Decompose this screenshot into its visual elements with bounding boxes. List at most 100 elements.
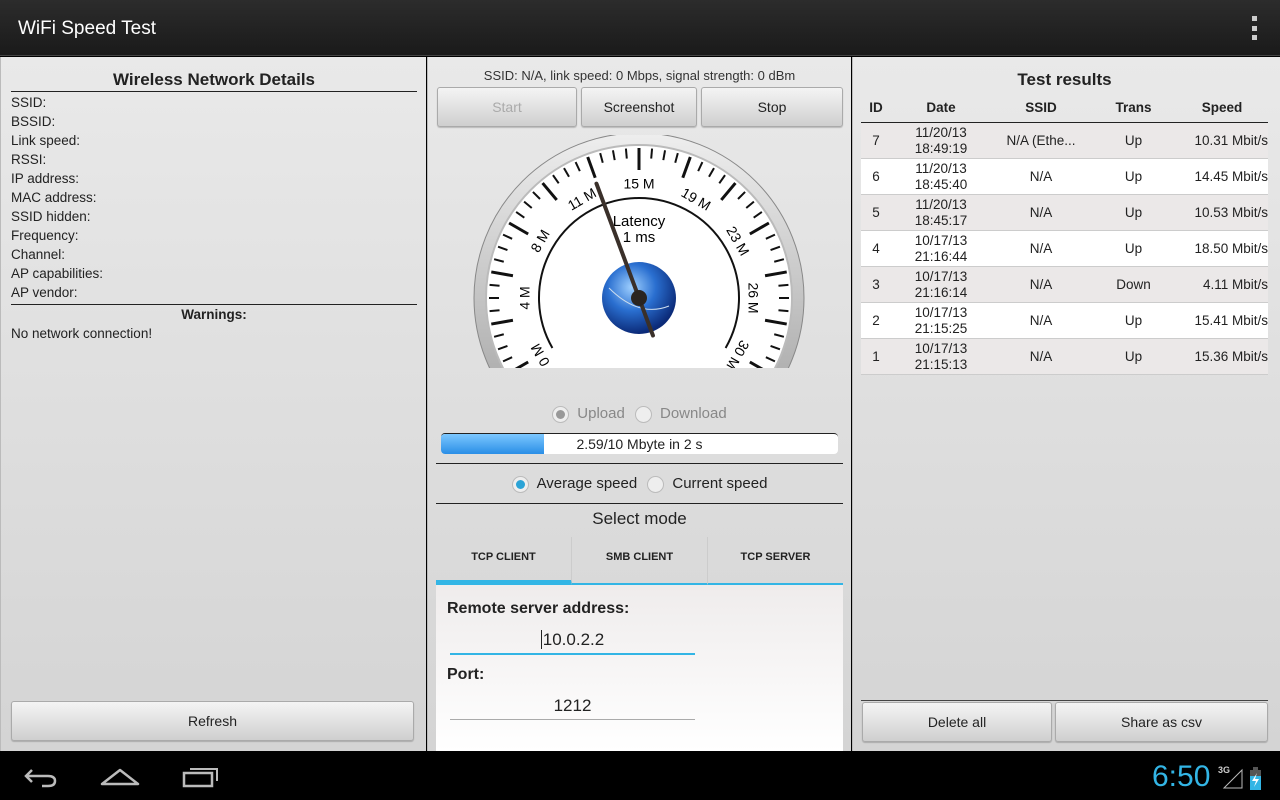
refresh-button[interactable]: Refresh <box>11 701 414 741</box>
table-row[interactable]: 7 11/20/13 18:49:19 N/A (Ethe... Up 10.31 Mbi… <box>861 123 1268 159</box>
cell-speed: 10.31 Mbit/s <box>1194 133 1268 148</box>
time: 21:16:44 <box>914 248 968 264</box>
tab-smb-client[interactable]: SMB CLIENT <box>572 537 708 585</box>
test-results-panel: Test results ID Date SSID Trans Speed 7 11/20/… <box>852 57 1280 751</box>
tab-tcp-server[interactable]: TCP SERVER <box>708 537 843 585</box>
column-header: ID <box>869 100 883 115</box>
warnings-title: Warnings: <box>11 304 417 324</box>
speed-mode-radio-group: Average speed Current speed <box>428 475 851 493</box>
table-row[interactable]: 3 10/17/13 21:16:14 N/A Down 4.11 Mbit/s <box>861 267 1268 303</box>
home-icon[interactable] <box>100 764 140 788</box>
network-details-title: Wireless Network Details <box>11 70 417 92</box>
current-speed-radio[interactable] <box>647 475 665 493</box>
cell-ssid: N/A <box>1029 169 1053 184</box>
detail-field: RSSI: <box>11 152 47 167</box>
remote-address-label: Remote server address: <box>447 600 630 617</box>
warning-text: No network connection! <box>11 326 153 341</box>
column-header: SSID <box>1025 100 1057 115</box>
table-row[interactable]: 1 10/17/13 21:15:13 N/A Up 15.36 Mbit/s <box>861 339 1268 375</box>
gauge-tick <box>489 283 500 287</box>
latency-label: Latency <box>613 213 666 230</box>
cell-date: 11/20/13 18:45:17 <box>891 197 991 229</box>
clock: 6:50 <box>1152 760 1211 793</box>
gauge-tick <box>778 309 789 313</box>
progress-bar: 2.59/10 Mbyte in 2 s <box>441 433 838 454</box>
speedometer-gauge: 0 M4 M8 M11 M15 M19 M23 M26 M30 MLatency… <box>473 135 805 368</box>
cell-date: 10/17/13 21:15:25 <box>891 305 991 337</box>
cell-trans: Up <box>1124 205 1143 220</box>
stop-button[interactable]: Stop <box>701 87 843 127</box>
network-details-panel: Wireless Network Details SSID: BSSID: Link… <box>0 57 426 751</box>
date: 10/17/13 <box>914 340 968 356</box>
share-csv-button[interactable]: Share as csv <box>1055 702 1268 742</box>
port-input[interactable]: 1212 <box>450 696 695 720</box>
time: 18:45:17 <box>914 212 968 228</box>
cell-trans: Up <box>1124 133 1143 148</box>
detail-field: Channel: <box>11 247 66 262</box>
current-speed-label: Current speed <box>672 475 768 492</box>
cell-trans: Up <box>1124 349 1143 364</box>
cell-id: 5 <box>872 205 880 220</box>
gauge-label: 4 M <box>517 286 533 309</box>
gauge-tick <box>778 283 789 287</box>
gauge-tick <box>489 309 500 313</box>
cell-id: 4 <box>872 241 880 256</box>
gauge-tick <box>650 148 654 159</box>
table-row[interactable]: 6 11/20/13 18:45:40 N/A Up 14.45 Mbit/s <box>861 159 1268 195</box>
cell-date: 10/17/13 21:16:14 <box>891 269 991 301</box>
cell-date: 11/20/13 18:49:19 <box>891 125 991 157</box>
column-header: Speed <box>1201 100 1243 115</box>
latency-value: 1 ms <box>623 229 656 246</box>
overflow-menu-icon[interactable] <box>1250 16 1258 40</box>
cell-speed: 4.11 Mbit/s <box>1202 277 1268 292</box>
select-mode-title: Select mode <box>592 509 687 528</box>
progress-text: 2.59/10 Mbyte in 2 s <box>576 436 703 452</box>
speed-test-panel: SSID: N/A, link speed: 0 Mbps, signal st… <box>427 57 851 751</box>
detail-field: SSID hidden: <box>11 209 91 224</box>
remote-address-input[interactable]: 10.0.2.2 <box>450 630 695 655</box>
details-list: SSID: BSSID: Link speed: RSSI: IP address: MA… <box>11 93 417 343</box>
cell-ssid: N/A <box>1029 277 1053 292</box>
table-header: ID Date SSID Trans Speed <box>861 93 1268 123</box>
direction-radio-group: Upload Download <box>428 405 851 423</box>
detail-field: Frequency: <box>11 228 79 243</box>
upload-radio[interactable] <box>552 405 570 423</box>
results-table: ID Date SSID Trans Speed 7 11/20/13 18:49:19 N/A… <box>861 93 1268 375</box>
table-row[interactable]: 5 11/20/13 18:45:17 N/A Up 10.53 Mbit/s <box>861 195 1268 231</box>
date: 10/17/13 <box>914 268 968 284</box>
time: 18:45:40 <box>914 176 968 192</box>
app-title: WiFi Speed Test <box>18 18 156 39</box>
cell-ssid: N/A <box>1029 349 1053 364</box>
action-bar: WiFi Speed Test <box>0 0 1280 56</box>
back-icon[interactable] <box>22 764 58 788</box>
table-row[interactable]: 4 10/17/13 21:16:44 N/A Up 18.50 Mbit/s <box>861 231 1268 267</box>
detail-field: IP address: <box>11 171 80 186</box>
cell-date: 10/17/13 21:16:44 <box>891 233 991 265</box>
delete-all-button[interactable]: Delete all <box>862 702 1052 742</box>
cell-date: 10/17/13 21:15:13 <box>891 341 991 373</box>
mode-tabs: TCP CLIENT SMB CLIENT TCP SERVER <box>436 537 843 585</box>
tab-tcp-client[interactable]: TCP CLIENT <box>436 537 572 585</box>
cell-ssid: N/A <box>1029 205 1053 220</box>
average-speed-radio[interactable] <box>511 475 529 493</box>
detail-field: AP capabilities: <box>11 266 104 281</box>
detail-field: AP vendor: <box>11 285 78 300</box>
recent-apps-icon[interactable] <box>182 766 220 788</box>
detail-field: Link speed: <box>11 133 81 148</box>
cell-trans: Up <box>1124 241 1143 256</box>
test-results-title: Test results <box>1017 70 1112 89</box>
table-row[interactable]: 2 10/17/13 21:15:25 N/A Up 15.41 Mbit/s <box>861 303 1268 339</box>
signal-battery-icons <box>1222 767 1261 790</box>
screenshot-button[interactable]: Screenshot <box>581 87 697 127</box>
cell-speed: 18.50 Mbit/s <box>1194 241 1268 256</box>
start-button[interactable]: Start <box>437 87 577 127</box>
cell-trans: Up <box>1124 313 1143 328</box>
detail-field: SSID: <box>11 95 47 110</box>
date: 11/20/13 <box>915 196 967 212</box>
cell-id: 1 <box>872 349 880 364</box>
port-label: Port: <box>447 666 485 683</box>
column-header: Date <box>926 99 956 115</box>
download-radio[interactable] <box>635 405 652 423</box>
time: 21:15:13 <box>914 356 968 372</box>
average-speed-label: Average speed <box>536 475 638 492</box>
